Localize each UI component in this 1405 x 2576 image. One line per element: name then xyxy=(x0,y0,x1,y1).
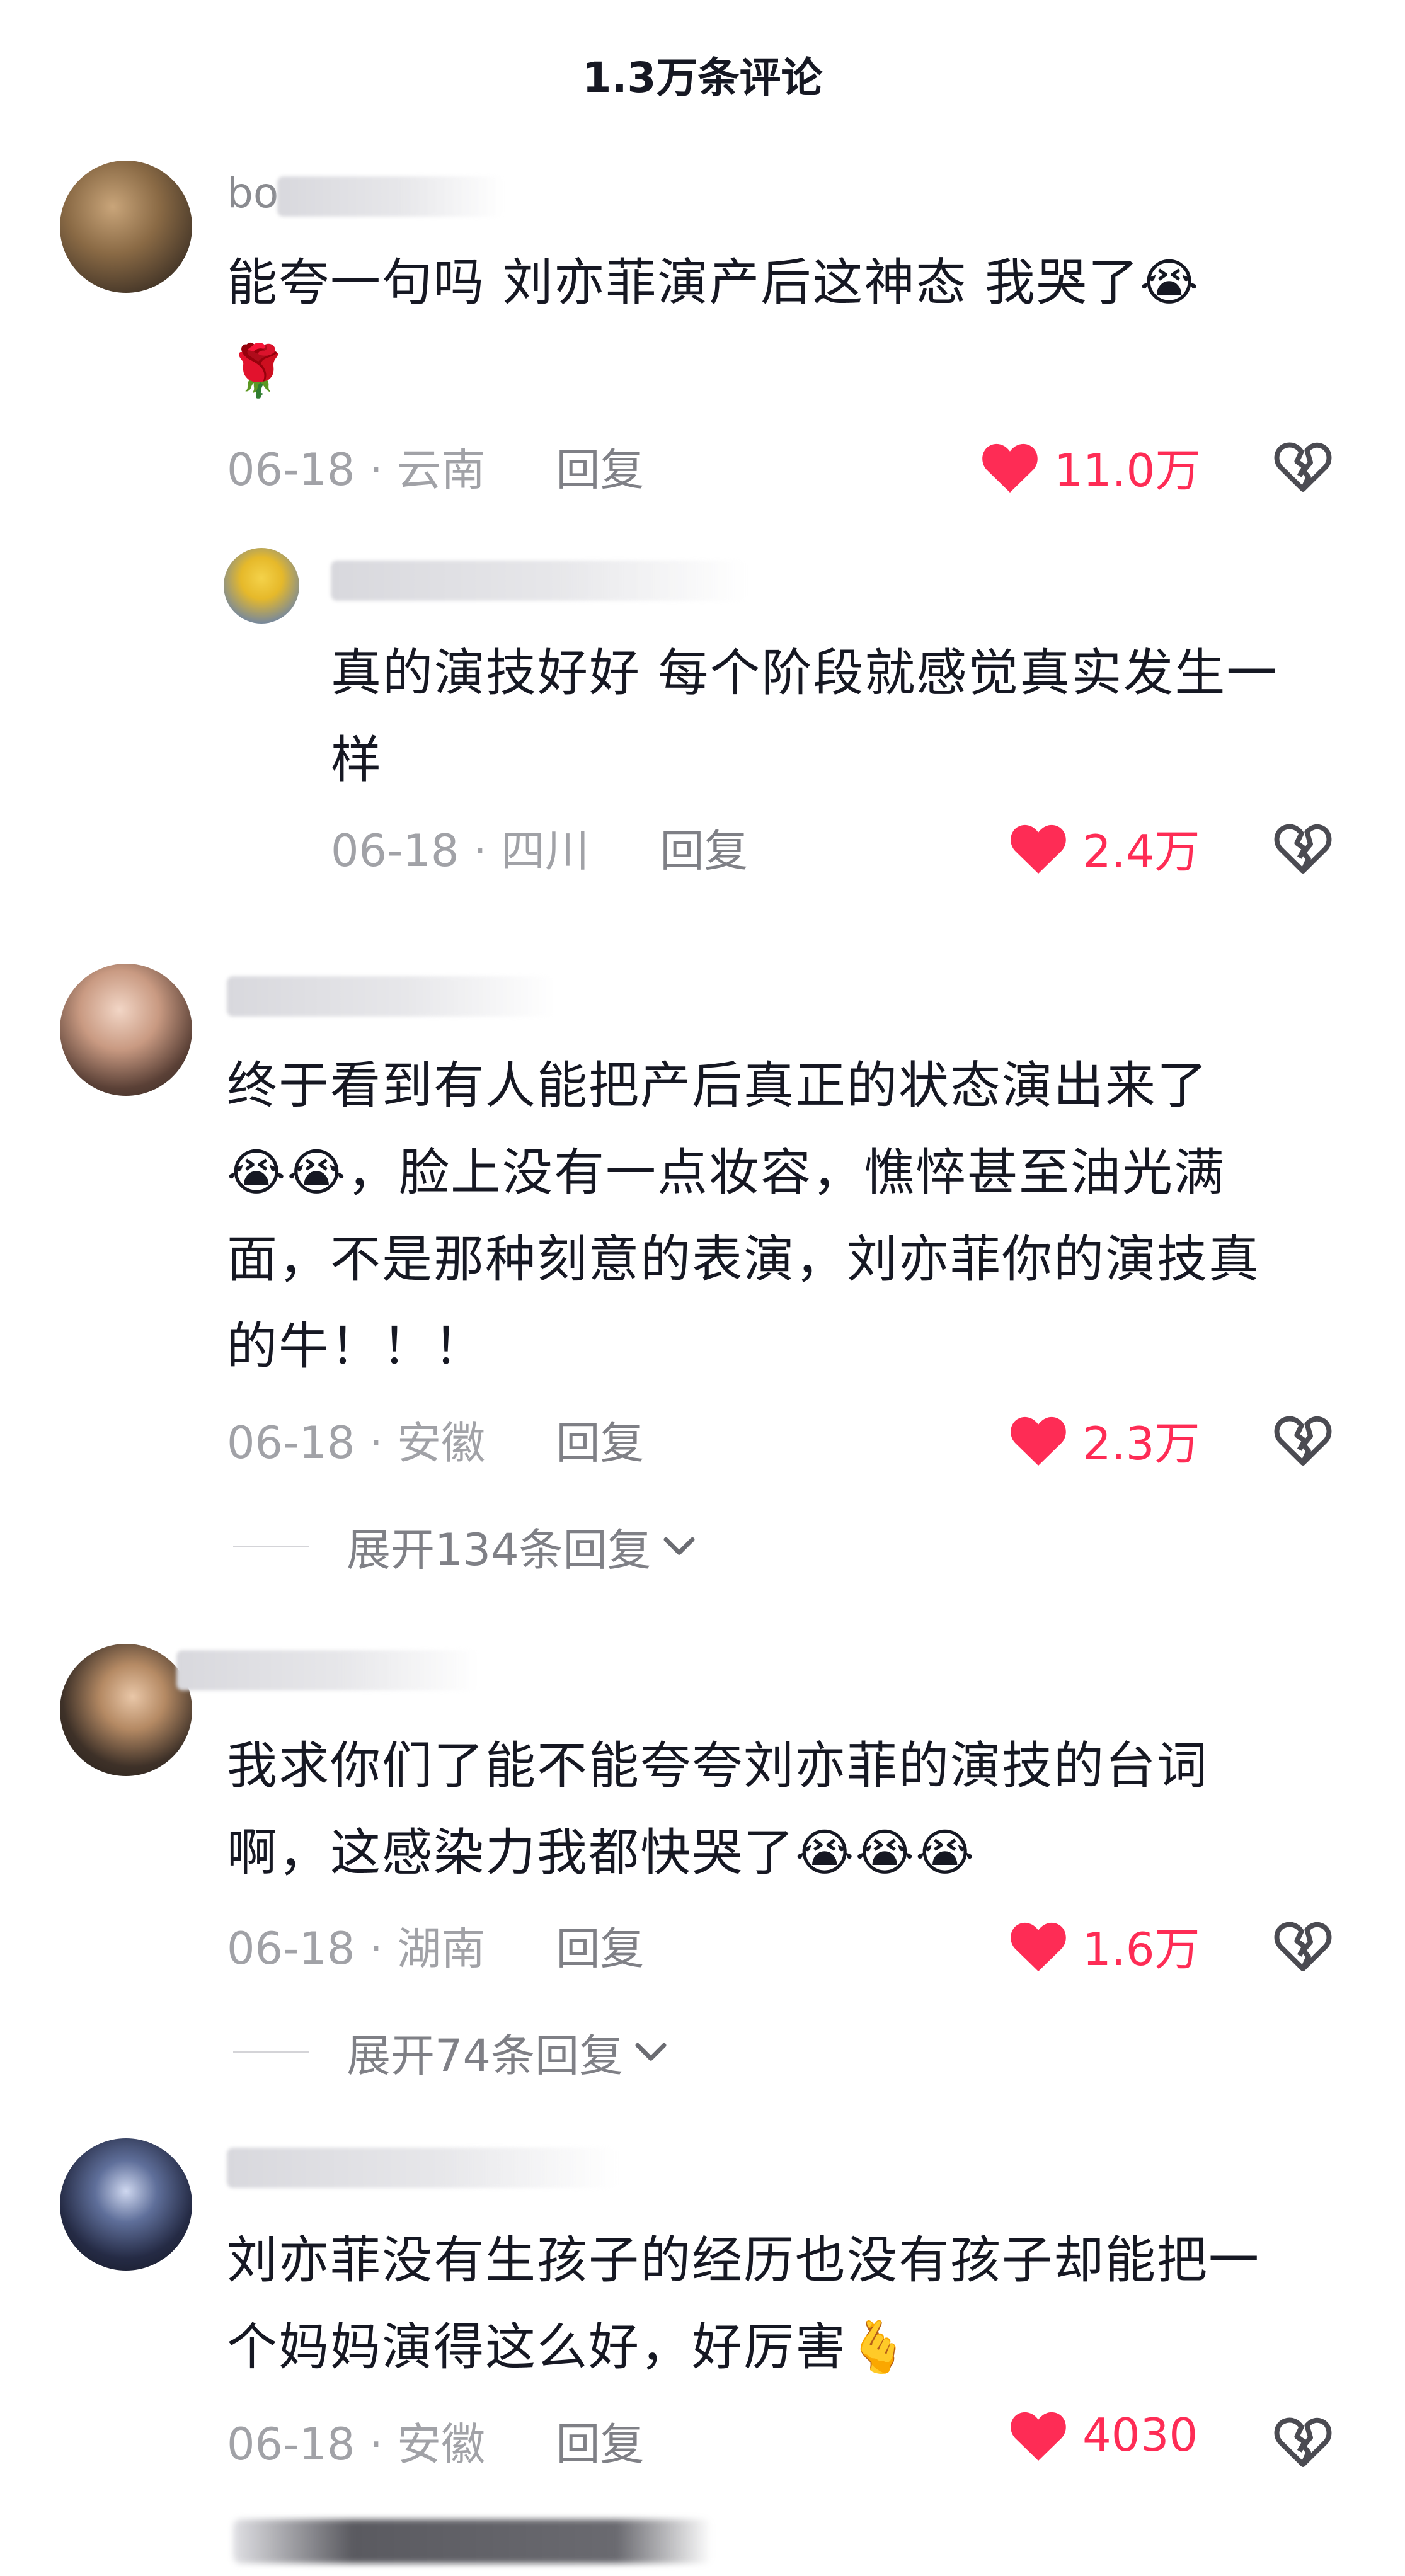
divider-line xyxy=(233,1546,309,1547)
expand-replies-button[interactable]: 展开74条回复 xyxy=(233,2020,668,2084)
reply-username-blurred xyxy=(331,561,747,601)
chevron-down-icon xyxy=(635,2043,667,2061)
comment-location: 安徽 xyxy=(397,2419,486,2470)
broken-heart-icon[interactable] xyxy=(1273,2412,1333,2469)
comment-meta: 06-18 · 安徽 回复 xyxy=(227,2419,645,2470)
expand-replies-label: 展开134条回复 xyxy=(347,1524,651,1576)
like-button[interactable]: 1.6万 xyxy=(1008,1912,1200,1978)
expand-replies-blurred xyxy=(233,2519,712,2563)
reply-location: 四川 xyxy=(501,825,590,877)
comment-meta: 06-18 · 云南 回复 xyxy=(227,444,645,496)
heart-icon xyxy=(1011,2412,1066,2461)
reply-date: 06-18 xyxy=(331,825,459,877)
reply-avatar[interactable] xyxy=(224,548,299,624)
broken-heart-icon[interactable] xyxy=(1273,437,1333,494)
comment-text-line: 😭😭，脸上没有一点妆容，憔悴甚至油光满 xyxy=(227,1143,1225,1202)
like-button[interactable]: 2.3万 xyxy=(1008,1406,1200,1473)
avatar[interactable] xyxy=(60,1644,192,1776)
reply-text-line: 样 xyxy=(331,731,382,789)
comments-count-title: 1.3万条评论 xyxy=(582,54,823,102)
comment-text-line: 刘亦菲没有生孩子的经历也没有孩子却能把一 xyxy=(227,2231,1260,2289)
username-blurred xyxy=(227,976,554,1017)
avatar[interactable] xyxy=(60,161,192,293)
comment-text-line: 我求你们了能不能夸夸刘亦菲的演技的台词 xyxy=(227,1736,1208,1795)
heart-icon xyxy=(1011,1922,1066,1971)
reply-button[interactable]: 回复 xyxy=(660,825,748,877)
expand-replies-button[interactable]: 展开134条回复 xyxy=(233,1515,697,1578)
comment-date: 06-18 xyxy=(227,2419,355,2470)
reply-meta: 06-18 · 四川 回复 xyxy=(331,825,748,877)
comment-date: 06-18 xyxy=(227,444,355,496)
heart-icon xyxy=(1011,824,1066,874)
divider-line xyxy=(233,2051,309,2053)
expand-replies-label: 展开74条回复 xyxy=(347,2030,624,2082)
like-button[interactable]: 4030 xyxy=(1008,2408,1198,2462)
rose-emoji: 🌹 xyxy=(227,341,291,400)
like-count: 4030 xyxy=(1082,2408,1198,2461)
like-count: 2.4万 xyxy=(1082,825,1200,878)
username-blurred xyxy=(176,1650,479,1690)
chevron-down-icon xyxy=(663,1537,695,1555)
comment-text-line: 的牛！！！ xyxy=(227,1317,485,1376)
reply-button[interactable]: 回复 xyxy=(556,444,644,496)
comment-date: 06-18 xyxy=(227,1923,355,1975)
comment-location: 云南 xyxy=(397,444,486,496)
reply-button[interactable]: 回复 xyxy=(556,1923,644,1975)
username-blurred xyxy=(227,2148,617,2188)
like-button[interactable]: 2.4万 xyxy=(1008,814,1200,881)
comment-text-line: 面，不是那种刻意的表演，刘亦菲你的演技真 xyxy=(227,1230,1260,1289)
comment-meta: 06-18 · 安徽 回复 xyxy=(227,1417,645,1469)
comment-location: 湖南 xyxy=(397,1923,486,1975)
avatar[interactable] xyxy=(60,2138,192,2271)
comment-text-line: 个妈妈演得这么好，好厉害🫰 xyxy=(227,2318,911,2376)
like-count: 11.0万 xyxy=(1054,444,1201,497)
comment-text-line: 啊，这感染力我都快哭了😭😭😭 xyxy=(227,1823,976,1882)
comment-text-line: 能夸一句吗 刘亦菲演产后这神态 我哭了😭 xyxy=(227,253,1200,312)
broken-heart-icon[interactable] xyxy=(1273,1411,1333,1468)
reply-text-line: 真的演技好好 每个阶段就感觉真实发生一 xyxy=(331,644,1278,702)
username-blurred xyxy=(277,176,504,217)
comment-meta: 06-18 · 湖南 回复 xyxy=(227,1923,645,1975)
heart-icon xyxy=(1011,1416,1066,1466)
like-count: 2.3万 xyxy=(1082,1417,1200,1470)
reply-button[interactable]: 回复 xyxy=(556,1417,644,1469)
heart-icon xyxy=(982,443,1038,493)
broken-heart-icon[interactable] xyxy=(1273,1917,1333,1973)
username[interactable]: bo xyxy=(227,169,278,217)
like-button[interactable]: 11.0万 xyxy=(980,433,1200,499)
avatar[interactable] xyxy=(60,964,192,1096)
reply-button[interactable]: 回复 xyxy=(556,2419,644,2470)
comment-text-line: 终于看到有人能把产后真正的状态演出来了 xyxy=(227,1056,1208,1115)
comment-date: 06-18 xyxy=(227,1417,355,1469)
like-count: 1.6万 xyxy=(1082,1923,1200,1976)
broken-heart-icon[interactable] xyxy=(1273,819,1333,875)
comment-location: 安徽 xyxy=(397,1417,486,1469)
